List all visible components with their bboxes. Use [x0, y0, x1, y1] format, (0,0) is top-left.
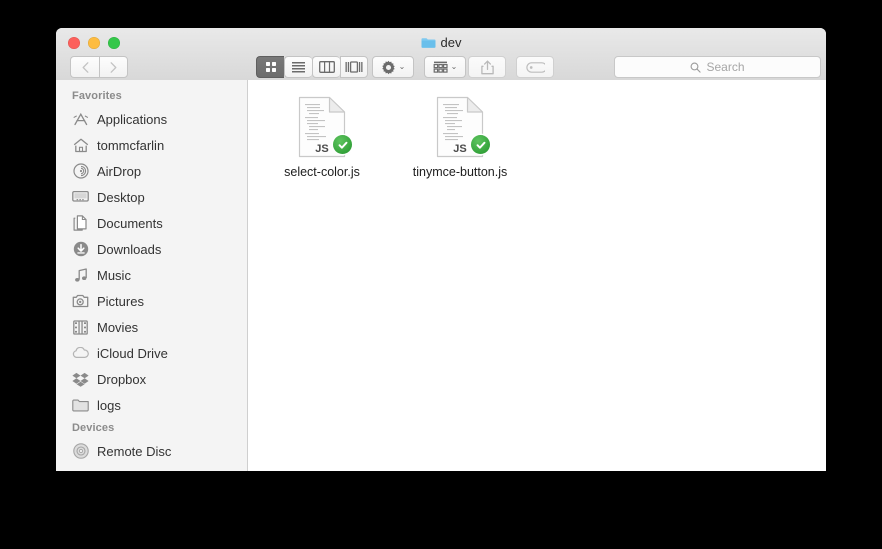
pictures-icon: [72, 293, 89, 310]
sidebar-item-remote-disc[interactable]: Remote Disc: [56, 438, 247, 464]
view-mode-buttons: [256, 56, 368, 78]
sidebar-item-label: Documents: [97, 215, 163, 231]
zoom-button[interactable]: [108, 37, 120, 49]
sidebar-item-dropbox[interactable]: Dropbox: [56, 366, 247, 392]
window-titlebar[interactable]: dev ⌄ ⌄ Search: [56, 28, 826, 81]
file-browser-content[interactable]: JS select-color.js JS tinymce-button.js: [248, 80, 826, 471]
sidebar-item-movies[interactable]: Movies: [56, 314, 247, 340]
desktop-icon: [72, 189, 89, 206]
file-item[interactable]: JS tinymce-button.js: [413, 96, 507, 179]
share-icon: [480, 60, 494, 74]
list-icon: [292, 62, 305, 73]
column-view-button[interactable]: [312, 56, 340, 78]
file-name: select-color.js: [284, 165, 360, 179]
tag-button[interactable]: [516, 56, 554, 78]
action-buttons: ⌄ ⌄: [372, 56, 466, 78]
airdrop-icon: [72, 163, 89, 180]
columns-icon: [318, 61, 335, 73]
dropbox-icon: [72, 371, 89, 388]
sidebar-section-favorites: Favorites: [72, 90, 122, 102]
gallery-view-button[interactable]: [340, 56, 368, 78]
folder-icon: [421, 37, 436, 49]
sidebar-item-logs[interactable]: logs: [56, 392, 247, 418]
sidebar-item-label: logs: [97, 397, 121, 413]
file-grid: JS select-color.js JS tinymce-button.js: [266, 96, 826, 179]
icon-view-button[interactable]: [256, 56, 284, 78]
sidebar-item-label: Pictures: [97, 293, 144, 309]
share-button[interactable]: [468, 56, 506, 78]
sidebar-item-label: AirDrop: [97, 163, 142, 179]
sidebar-item-label: iCloud Drive: [97, 345, 168, 361]
sidebar-item-label: Remote Disc: [97, 443, 172, 459]
downloads-icon: [72, 241, 89, 258]
finder-window: dev ⌄ ⌄ Search Favorites Applications to…: [56, 28, 826, 471]
sidebar-item-label: Desktop: [97, 189, 145, 205]
traffic-lights: [68, 37, 120, 49]
tag-icon: [525, 61, 545, 73]
home-icon: [72, 137, 89, 154]
arrange-menu-button[interactable]: ⌄: [424, 56, 466, 78]
sidebar-item-label: Movies: [97, 319, 139, 335]
documents-icon: [72, 215, 89, 232]
forward-button[interactable]: [99, 56, 128, 78]
search-input[interactable]: Search: [614, 56, 821, 78]
movies-icon: [72, 319, 89, 336]
sidebar-item-desktop[interactable]: Desktop: [56, 184, 247, 210]
chevron-down-icon: ⌄: [398, 62, 406, 71]
arrange-grid-icon: [433, 61, 448, 73]
sidebar-item-pictures[interactable]: Pictures: [56, 288, 247, 314]
share-tag-buttons: [468, 56, 554, 78]
chevron-left-icon: [82, 61, 88, 73]
file-name: tinymce-button.js: [412, 165, 508, 179]
search-placeholder: Search: [706, 60, 745, 74]
svg-text:JS: JS: [315, 143, 328, 155]
sidebar: Favorites Applications tommcfarlin AirDr…: [56, 80, 248, 471]
sidebar-item-label: Applications: [97, 111, 168, 127]
gallery-icon: [345, 61, 363, 73]
chevron-right-icon: [110, 61, 117, 73]
search-icon: [691, 62, 702, 73]
sidebar-item-label: Downloads: [97, 241, 162, 257]
sidebar-item-downloads[interactable]: Downloads: [56, 236, 247, 262]
music-icon: [72, 267, 89, 284]
list-view-button[interactable]: [284, 56, 312, 78]
svg-text:JS: JS: [453, 143, 466, 155]
action-menu-button[interactable]: ⌄: [372, 56, 414, 78]
window-body: Favorites Applications tommcfarlin AirDr…: [56, 80, 826, 471]
chevron-down-icon: ⌄: [450, 62, 458, 71]
icloud-icon: [72, 345, 89, 362]
close-button[interactable]: [68, 37, 80, 49]
file-item[interactable]: JS select-color.js: [280, 96, 364, 179]
toolbar: ⌄ ⌄ Search: [56, 54, 826, 80]
sidebar-item-music[interactable]: Music: [56, 262, 247, 288]
check-badge: [333, 135, 352, 154]
sidebar-item-icloud-drive[interactable]: iCloud Drive: [56, 340, 247, 366]
applications-icon: [72, 111, 89, 128]
disc-icon: [72, 443, 89, 460]
sidebar-item-home[interactable]: tommcfarlin: [56, 132, 247, 158]
sidebar-item-applications[interactable]: Applications: [56, 106, 247, 132]
minimize-button[interactable]: [88, 37, 100, 49]
sidebar-section-devices: Devices: [72, 422, 115, 434]
window-title-text: dev: [440, 35, 462, 50]
sidebar-item-label: tommcfarlin: [97, 137, 165, 153]
grid-icon: [265, 62, 276, 72]
check-badge: [471, 135, 490, 154]
sidebar-item-airdrop[interactable]: AirDrop: [56, 158, 247, 184]
sidebar-item-label: Music: [97, 267, 131, 283]
gear-icon: [381, 60, 395, 74]
js-file-icon: JS: [298, 96, 352, 158]
navigation-buttons: [70, 56, 128, 78]
sidebar-item-label: Dropbox: [97, 371, 147, 387]
js-file-icon: JS: [436, 96, 490, 158]
folder-icon: [72, 397, 89, 414]
sidebar-item-documents[interactable]: Documents: [56, 210, 247, 236]
window-title: dev: [56, 35, 826, 50]
back-button[interactable]: [70, 56, 99, 78]
